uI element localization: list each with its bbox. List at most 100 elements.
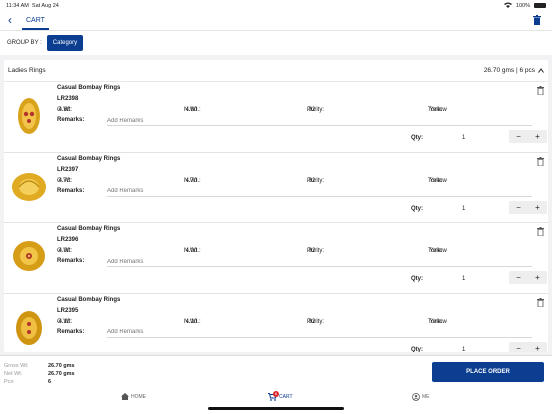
cart-list[interactable]: Ladies Rings 26.70 gms | 6 pcs Casual Bo… xyxy=(4,60,548,352)
quantity-stepper: − + xyxy=(509,200,547,214)
gross-weight: Gross Wt: 26.70 gms xyxy=(4,363,75,369)
ring-image xyxy=(18,98,40,134)
gwt-value: 4.10 xyxy=(58,318,71,325)
qty-value: 1 xyxy=(462,346,466,353)
tab-me[interactable]: ME xyxy=(412,393,430,401)
increase-button[interactable]: + xyxy=(528,342,547,353)
remarks-label: Remarks: xyxy=(57,187,85,194)
purity-value: 92 xyxy=(308,248,316,254)
trash-icon[interactable] xyxy=(537,86,544,95)
tone-value: Yellow xyxy=(429,248,447,254)
item-name: Casual Bombay Rings xyxy=(57,85,121,91)
status-date: Sat Aug 24 xyxy=(31,2,59,9)
home-indicator xyxy=(208,407,344,410)
wifi-icon xyxy=(503,2,512,10)
remarks-input[interactable] xyxy=(107,184,532,197)
battery-icon xyxy=(534,3,546,8)
quantity-stepper: − + xyxy=(509,341,547,353)
tab-cart-label: CART xyxy=(279,394,293,400)
qty-value: 1 xyxy=(462,135,466,141)
gwt-value: 4.70 xyxy=(58,177,71,184)
item-code: LR2395 xyxy=(57,307,79,314)
gwt-value: 4.00 xyxy=(58,248,71,254)
decrease-button[interactable]: − xyxy=(509,130,528,143)
list-item: Casual Bombay Rings LR2396 G.Wt: 4.00 N.… xyxy=(4,223,548,294)
list-item: Casual Bombay Rings LR2398 G.Wt: 4.80 N.… xyxy=(4,82,548,153)
ring-image xyxy=(12,172,46,201)
decrease-button[interactable]: − xyxy=(509,342,528,353)
increase-button[interactable]: + xyxy=(528,271,547,284)
group-by-label: GROUP BY : xyxy=(7,40,42,46)
qty-value: 1 xyxy=(462,276,466,282)
tab-cart[interactable]: 6 CART xyxy=(268,391,293,401)
ring-image xyxy=(16,310,42,345)
pieces: Pcs: 6 xyxy=(4,379,51,385)
trash-icon[interactable] xyxy=(537,297,544,307)
ring-image xyxy=(13,241,45,271)
tab-home-label: HOME xyxy=(131,393,146,400)
purity-value: 92 xyxy=(308,318,316,325)
gwt-value: 4.80 xyxy=(58,107,71,113)
net-label: Net Wt: xyxy=(4,371,23,377)
qty-label: Qty: xyxy=(411,276,423,282)
remarks-label: Remarks: xyxy=(57,117,85,123)
chevron-up-icon[interactable] xyxy=(538,68,544,73)
list-item: Casual Bombay Rings LR2395 G.Wt: 4.10 N.… xyxy=(4,294,548,353)
tab-me-label: ME xyxy=(422,394,430,400)
decrease-button[interactable]: − xyxy=(509,201,528,214)
qty-label: Qty: xyxy=(411,205,423,212)
group-by-bar: GROUP BY : Category xyxy=(0,31,552,55)
item-name: Casual Bombay Rings xyxy=(57,155,121,162)
item-code: LR2396 xyxy=(57,237,79,243)
status-bar: 11:34 AM Sat Aug 24 100% xyxy=(0,0,552,11)
category-button[interactable]: Category xyxy=(46,35,84,51)
tone-value: Yellow xyxy=(429,177,447,184)
order-footer: Gross Wt: 26.70 gms Net Wt: 26.70 gms Pcs:… xyxy=(0,355,552,390)
home-icon xyxy=(121,393,129,400)
quantity-stepper: − + xyxy=(509,271,547,284)
nwt-value: 4.80 xyxy=(185,107,198,113)
remarks-label: Remarks: xyxy=(57,328,85,335)
user-icon xyxy=(412,393,420,401)
item-name: Casual Bombay Rings xyxy=(57,226,121,232)
battery-percent: 100% xyxy=(515,2,530,9)
tone-value: Yellow xyxy=(429,318,447,325)
decrease-button[interactable]: − xyxy=(509,271,528,284)
status-time: 11:34 AM xyxy=(6,2,29,9)
net-weight: Net Wt: 26.70 gms xyxy=(4,371,75,377)
tab-bar: HOME 6 CART ME xyxy=(0,390,552,414)
nwt-value: 4.10 xyxy=(185,318,198,325)
gross-value: 26.70 gms xyxy=(48,363,75,369)
trash-icon[interactable] xyxy=(537,227,544,236)
nwt-value: 4.70 xyxy=(185,177,198,184)
tab-cart-title[interactable]: CART xyxy=(22,11,49,30)
gross-label: Gross Wt: xyxy=(4,363,29,369)
trash-icon[interactable] xyxy=(537,156,544,166)
chevron-left-icon[interactable]: ‹ xyxy=(8,13,12,27)
qty-label: Qty: xyxy=(411,346,423,353)
quantity-stepper: − + xyxy=(509,130,547,143)
tone-value: Yellow xyxy=(429,107,447,113)
cart-badge: 6 xyxy=(273,391,279,397)
place-order-button[interactable]: PLACE ORDER xyxy=(432,362,544,382)
increase-button[interactable]: + xyxy=(528,201,547,214)
trash-icon[interactable] xyxy=(533,15,541,25)
item-code: LR2397 xyxy=(57,166,79,173)
pcs-value: 6 xyxy=(48,379,52,385)
remarks-input[interactable] xyxy=(107,114,532,126)
nav-bar: ‹ CART xyxy=(0,11,552,31)
item-code: LR2398 xyxy=(57,96,79,102)
cart-icon: 6 xyxy=(268,391,279,401)
increase-button[interactable]: + xyxy=(528,130,547,143)
remarks-input[interactable] xyxy=(107,255,532,267)
remarks-input[interactable] xyxy=(107,325,532,338)
item-name: Casual Bombay Rings xyxy=(57,296,121,303)
purity-value: 92 xyxy=(308,177,316,184)
list-item: Casual Bombay Rings LR2397 G.Wt: 4.70 N.… xyxy=(4,153,548,223)
net-value: 26.70 gms xyxy=(48,371,75,377)
section-summary: 26.70 gms | 6 pcs xyxy=(483,67,535,74)
qty-label: Qty: xyxy=(411,135,423,141)
section-header[interactable]: Ladies Rings 26.70 gms | 6 pcs xyxy=(4,60,548,82)
nwt-value: 4.00 xyxy=(185,248,198,254)
tab-home[interactable]: HOME xyxy=(121,393,146,400)
